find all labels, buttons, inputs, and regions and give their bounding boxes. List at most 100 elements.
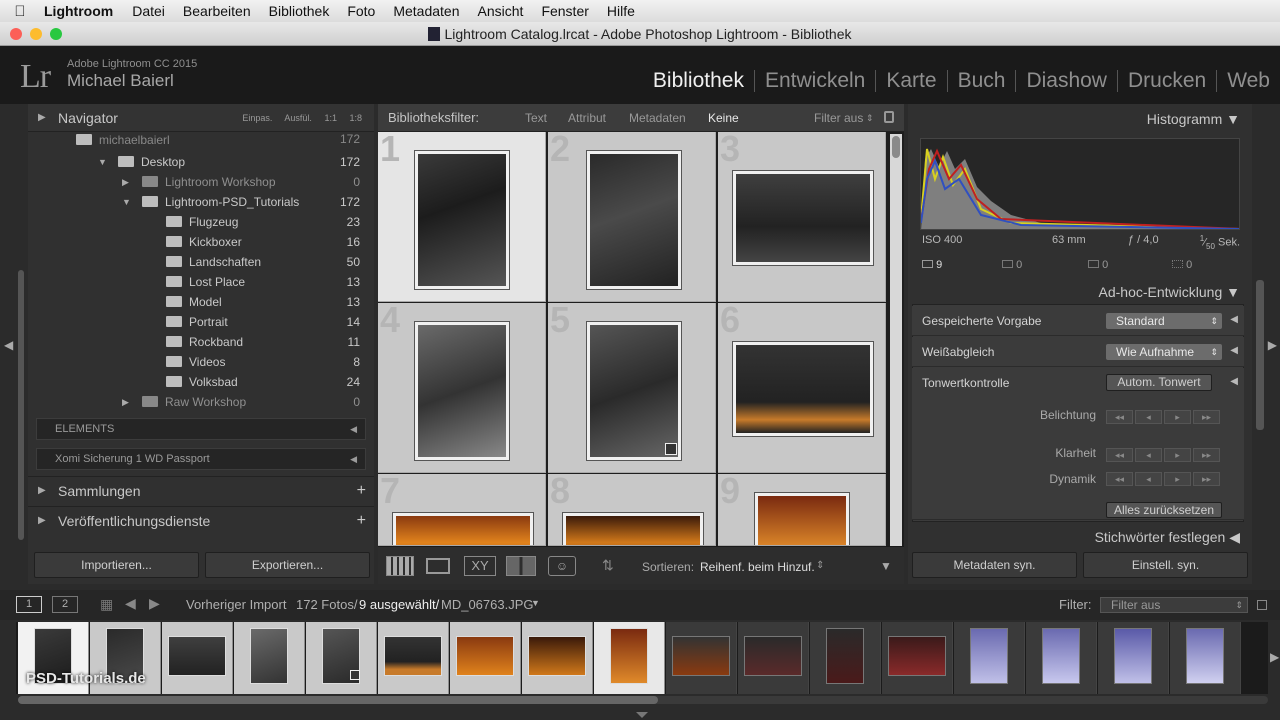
filmstrip-thumb[interactable] [738, 622, 809, 694]
folder-row-desktop[interactable]: ▼ Desktop 172 [28, 152, 374, 172]
menu-datei[interactable]: Datei [123, 3, 174, 19]
right-panel-scrollbar[interactable] [1256, 280, 1264, 430]
filmstrip-thumb[interactable] [810, 622, 881, 694]
sort-direction-icon[interactable]: ⇅ [602, 557, 614, 574]
module-drucken[interactable]: Drucken [1116, 70, 1216, 92]
filmstrip-scrollbar-thumb[interactable] [18, 696, 658, 704]
zoom-1-8[interactable]: 1:8 [349, 113, 362, 123]
saved-preset-select[interactable]: Standard ⇕ [1106, 313, 1222, 329]
grid-cell-3[interactable]: 3 [718, 132, 886, 302]
filmstrip-thumb[interactable] [306, 622, 377, 694]
photo-thumbnail[interactable] [754, 492, 850, 545]
exposure-increase[interactable]: ▸ [1164, 410, 1191, 424]
module-web[interactable]: Web [1216, 70, 1280, 92]
module-diashow[interactable]: Diashow [1015, 70, 1117, 92]
clarity-decrease-large[interactable]: ◂◂ [1106, 448, 1133, 462]
grid-cell-4[interactable]: 4 [378, 303, 546, 473]
filmstrip-thumb[interactable] [450, 622, 521, 694]
filmstrip-thumb[interactable] [378, 622, 449, 694]
photo-thumbnail[interactable] [414, 150, 510, 290]
filmstrip-scroll-right-icon[interactable]: ▶ [1270, 650, 1279, 664]
chevron-down-icon[interactable]: ▼ [531, 598, 540, 608]
people-view-icon[interactable]: ☺ [548, 556, 576, 576]
vibrance-increase-large[interactable]: ▸▸ [1193, 472, 1220, 486]
zoom-fit[interactable]: Einpas. [242, 113, 272, 123]
menu-metadaten[interactable]: Metadaten [384, 3, 468, 19]
exposure-decrease-large[interactable]: ◂◂ [1106, 410, 1133, 424]
filmstrip-thumb-active[interactable] [594, 622, 665, 694]
grid-view-icon[interactable] [386, 556, 414, 576]
grid-cell-8[interactable]: 8 [548, 474, 716, 546]
zoom-1-1[interactable]: 1:1 [324, 113, 337, 123]
toolbar-options-icon[interactable]: ▼ [880, 559, 892, 573]
folder-row[interactable]: Portrait 14 [28, 312, 374, 332]
folder-row[interactable]: Rockband 11 [28, 332, 374, 352]
filter-metadata[interactable]: Metadaten [629, 104, 686, 132]
clarity-decrease[interactable]: ◂ [1135, 448, 1162, 462]
filmstrip-thumb[interactable] [954, 622, 1025, 694]
right-panel-toggle-icon[interactable]: ▶ [1268, 338, 1277, 352]
secondary-window-button[interactable]: 2 [52, 596, 78, 613]
menu-foto[interactable]: Foto [338, 3, 384, 19]
collapse-icon[interactable]: ▼ [98, 152, 107, 172]
clarity-increase-large[interactable]: ▸▸ [1193, 448, 1220, 462]
module-buch[interactable]: Buch [946, 70, 1016, 92]
menu-bearbeiten[interactable]: Bearbeiten [174, 3, 260, 19]
volume-wd-passport[interactable]: Xomi Sicherung 1 WD Passport ◀ [36, 448, 366, 470]
compare-view-icon[interactable]: XY [464, 556, 496, 576]
photo-thumbnail[interactable] [414, 321, 510, 461]
loupe-view-icon[interactable] [426, 558, 450, 574]
grid-cell-7[interactable]: 7 [378, 474, 546, 546]
folder-row[interactable]: Landschaften 50 [28, 252, 374, 272]
photo-thumbnail[interactable] [732, 341, 874, 437]
module-karte[interactable]: Karte [875, 70, 946, 92]
filter-text[interactable]: Text [525, 104, 547, 132]
folder-row[interactable]: Lost Place 13 [28, 272, 374, 292]
clarity-increase[interactable]: ▸ [1164, 448, 1191, 462]
forward-arrow-icon[interactable]: ▶ [149, 595, 160, 612]
filmstrip-thumb[interactable] [882, 622, 953, 694]
histogram-header[interactable]: Histogramm ▼ [1147, 111, 1240, 127]
menu-ansicht[interactable]: Ansicht [469, 3, 533, 19]
zoom-fill[interactable]: Ausfül. [284, 113, 312, 123]
folder-row[interactable]: michaelbaierl 172 [28, 134, 374, 146]
grid-cell-1[interactable]: 1 [378, 132, 546, 302]
menu-bibliothek[interactable]: Bibliothek [260, 3, 339, 19]
collapse-icon[interactable]: ▼ [122, 192, 131, 212]
filmstrip-source[interactable]: Vorheriger Import [186, 597, 286, 612]
expand-icon[interactable]: ▶ [122, 392, 129, 412]
filmstrip-scrollbar[interactable] [18, 696, 1268, 704]
sync-metadata-button[interactable]: Metadaten syn. [912, 552, 1077, 578]
folder-row[interactable]: Model 13 [28, 292, 374, 312]
filmstrip-thumb[interactable] [1026, 622, 1097, 694]
grid-scrollbar-track[interactable] [890, 134, 902, 546]
folder-row[interactable]: Kickboxer 16 [28, 232, 374, 252]
collapse-left-icon[interactable]: ◀ [1230, 376, 1238, 387]
filter-none[interactable]: Keine [708, 104, 739, 132]
add-collection-icon[interactable]: + [357, 477, 366, 505]
publish-services-header[interactable]: ▶ Veröffentlichungsdienste + [28, 506, 374, 534]
photo-thumbnail[interactable] [586, 321, 682, 461]
white-balance-select[interactable]: Wie Aufnahme ⇕ [1106, 344, 1222, 360]
photo-thumbnail[interactable] [392, 512, 534, 545]
filmstrip-thumb[interactable] [1098, 622, 1169, 694]
auto-tone-button[interactable]: Autom. Tonwert [1106, 374, 1212, 391]
left-panel-toggle-icon[interactable]: ◀ [4, 338, 13, 352]
apple-icon[interactable]:  [0, 3, 40, 20]
folder-row[interactable]: Videos 8 [28, 352, 374, 372]
exposure-decrease[interactable]: ◂ [1135, 410, 1162, 424]
collections-header[interactable]: ▶ Sammlungen + [28, 476, 374, 504]
app-menu[interactable]: Lightroom [40, 3, 123, 19]
primary-window-button[interactable]: 1 [16, 596, 42, 613]
lock-icon[interactable] [884, 111, 894, 123]
add-publish-service-icon[interactable]: + [357, 507, 366, 535]
current-filename[interactable]: MD_06763.JPG [441, 597, 534, 612]
filmstrip-thumb[interactable] [522, 622, 593, 694]
filmstrip[interactable]: PSD-Tutorials.de ▶ [16, 622, 1279, 694]
quick-develop-header[interactable]: Ad-hoc-Entwicklung ▼ [1099, 284, 1240, 300]
module-entwickeln[interactable]: Entwickeln [753, 70, 875, 92]
folder-row[interactable]: Volksbad 24 [28, 372, 374, 392]
filter-lock-icon[interactable] [1257, 600, 1267, 610]
vibrance-decrease[interactable]: ◂ [1135, 472, 1162, 486]
back-arrow-icon[interactable]: ◀ [125, 595, 136, 612]
